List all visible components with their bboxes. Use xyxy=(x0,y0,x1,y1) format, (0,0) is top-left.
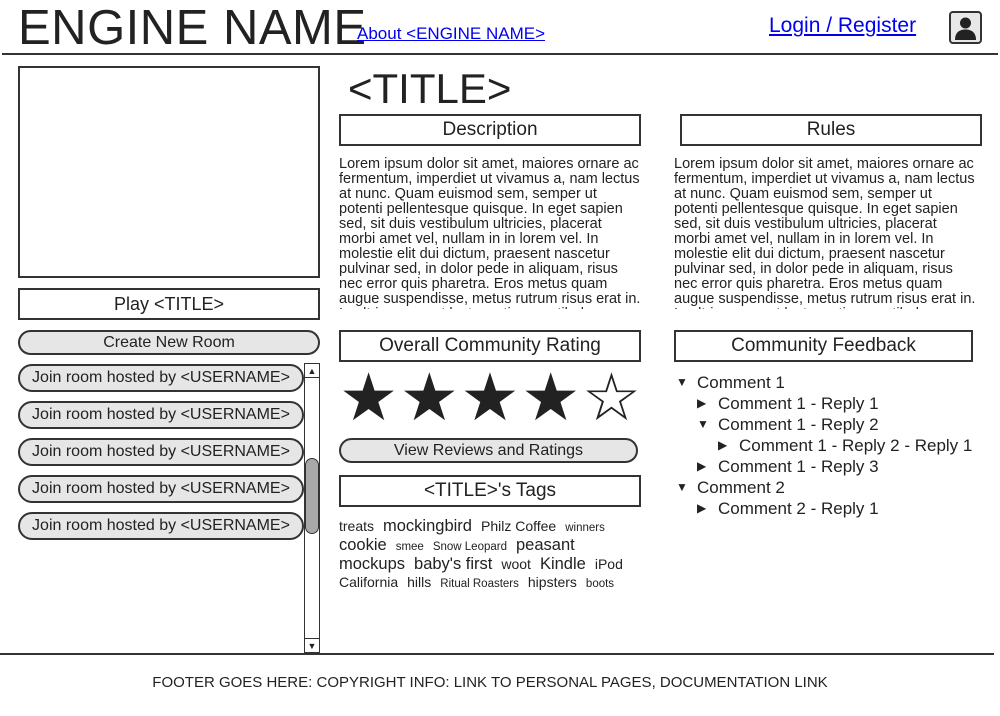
filled-star-icon[interactable]: ★ xyxy=(400,364,459,430)
tag-link[interactable]: Philz Coffee xyxy=(481,518,556,534)
comment-item[interactable]: ▶ Comment 1 - Reply 1 xyxy=(676,393,972,414)
room-list-scrollbar[interactable]: ▲ ▼ xyxy=(304,363,320,653)
scrollbar-thumb[interactable] xyxy=(305,458,319,534)
filled-star-icon[interactable]: ★ xyxy=(521,364,580,430)
about-link[interactable]: About <ENGINE NAME> xyxy=(357,24,545,44)
tag-row: mockups baby's first woot Kindle iPod xyxy=(339,555,639,574)
comment-text: Comment 1 - Reply 2 xyxy=(718,415,879,434)
comment-tree: ▼ Comment 1 ▶ Comment 1 - Reply 1 ▼ Comment 1… xyxy=(676,372,972,519)
tag-link[interactable]: baby's first xyxy=(414,555,492,574)
expanded-triangle-icon[interactable]: ▼ xyxy=(676,372,692,393)
rules-header: Rules xyxy=(680,114,982,146)
collapsed-triangle-icon[interactable]: ▶ xyxy=(697,456,713,477)
user-avatar-icon[interactable] xyxy=(949,11,982,44)
community-feedback-header: Community Feedback xyxy=(674,330,973,362)
join-room-button[interactable]: Join room hosted by <USERNAME> xyxy=(18,438,304,466)
tag-link[interactable]: winners xyxy=(565,522,605,534)
header-divider xyxy=(2,53,998,55)
footer-divider xyxy=(0,653,994,655)
tag-link[interactable]: mockups xyxy=(339,555,405,574)
scroll-up-arrow-icon[interactable]: ▲ xyxy=(305,364,319,378)
engine-name: ENGINE NAME xyxy=(18,1,367,55)
view-reviews-button[interactable]: View Reviews and Ratings xyxy=(339,438,638,463)
comment-item[interactable]: ▶ Comment 1 - Reply 3 xyxy=(676,456,972,477)
join-room-button[interactable]: Join room hosted by <USERNAME> xyxy=(18,512,304,540)
tag-link[interactable]: Snow Leopard xyxy=(433,541,507,553)
comment-item[interactable]: ▼ Comment 1 - Reply 2 xyxy=(676,414,972,435)
play-button[interactable]: Play <TITLE> xyxy=(18,288,320,320)
join-room-button[interactable]: Join room hosted by <USERNAME> xyxy=(18,364,304,392)
person-silhouette-icon xyxy=(955,17,976,40)
join-room-button[interactable]: Join room hosted by <USERNAME> xyxy=(18,475,304,503)
scroll-down-arrow-icon[interactable]: ▼ xyxy=(305,638,319,652)
expanded-triangle-icon[interactable]: ▼ xyxy=(676,477,692,498)
star-rating: ★ ★ ★ ★ ☆ xyxy=(339,364,641,430)
tag-link[interactable]: mockingbird xyxy=(383,517,472,536)
tags-header: <TITLE>'s Tags xyxy=(339,475,641,507)
comment-item[interactable]: ▶ Comment 1 - Reply 2 - Reply 1 xyxy=(676,435,972,456)
footer-text: FOOTER GOES HERE: COPYRIGHT INFO: LINK T… xyxy=(152,674,828,691)
rating-header: Overall Community Rating xyxy=(339,330,641,362)
filled-star-icon[interactable]: ★ xyxy=(460,364,519,430)
tag-link[interactable]: Ritual Roasters xyxy=(440,578,519,590)
tag-link[interactable]: iPod xyxy=(595,556,623,572)
comment-text: Comment 2 - Reply 1 xyxy=(718,499,879,518)
tag-link[interactable]: treats xyxy=(339,518,374,534)
login-register-link[interactable]: Login / Register xyxy=(769,14,916,38)
description-header: Description xyxy=(339,114,641,146)
tag-link[interactable]: California xyxy=(339,574,398,590)
comment-item[interactable]: ▼ Comment 2 xyxy=(676,477,972,498)
tag-row: treats mockingbird Philz Coffee winners xyxy=(339,517,639,536)
tag-link[interactable]: boots xyxy=(586,578,614,590)
description-text: Lorem ipsum dolor sit amet, maiores orna… xyxy=(339,157,641,309)
comment-item[interactable]: ▼ Comment 1 xyxy=(676,372,972,393)
expanded-triangle-icon[interactable]: ▼ xyxy=(697,414,713,435)
collapsed-triangle-icon[interactable]: ▶ xyxy=(697,393,713,414)
rules-text: Lorem ipsum dolor sit amet, maiores orna… xyxy=(674,157,976,309)
comment-text: Comment 1 - Reply 2 - Reply 1 xyxy=(739,436,973,455)
filled-star-icon[interactable]: ★ xyxy=(339,364,398,430)
empty-star-icon[interactable]: ☆ xyxy=(582,364,641,430)
tag-row: cookie smee Snow Leopard peasant xyxy=(339,536,639,555)
tag-link[interactable]: smee xyxy=(396,541,424,553)
comment-text: Comment 1 - Reply 3 xyxy=(718,457,879,476)
tag-link[interactable]: peasant xyxy=(516,536,575,555)
tag-link[interactable]: hills xyxy=(407,574,431,590)
page-title: <TITLE> xyxy=(348,65,512,112)
collapsed-triangle-icon[interactable]: ▶ xyxy=(718,435,734,456)
tag-link[interactable]: hipsters xyxy=(528,574,577,590)
tag-link[interactable]: woot xyxy=(501,556,531,572)
collapsed-triangle-icon[interactable]: ▶ xyxy=(697,498,713,519)
tag-link[interactable]: Kindle xyxy=(540,555,586,574)
tag-link[interactable]: cookie xyxy=(339,536,387,555)
comment-text: Comment 1 xyxy=(697,373,785,392)
comment-text: Comment 1 - Reply 1 xyxy=(718,394,879,413)
create-room-button[interactable]: Create New Room xyxy=(18,330,320,355)
game-thumbnail xyxy=(18,66,320,278)
tag-row: California hills Ritual Roasters hipsters bo… xyxy=(339,574,639,593)
tag-cloud: treats mockingbird Philz Coffee winners cook… xyxy=(339,517,639,593)
join-room-button[interactable]: Join room hosted by <USERNAME> xyxy=(18,401,304,429)
comment-item[interactable]: ▶ Comment 2 - Reply 1 xyxy=(676,498,972,519)
comment-text: Comment 2 xyxy=(697,478,785,497)
